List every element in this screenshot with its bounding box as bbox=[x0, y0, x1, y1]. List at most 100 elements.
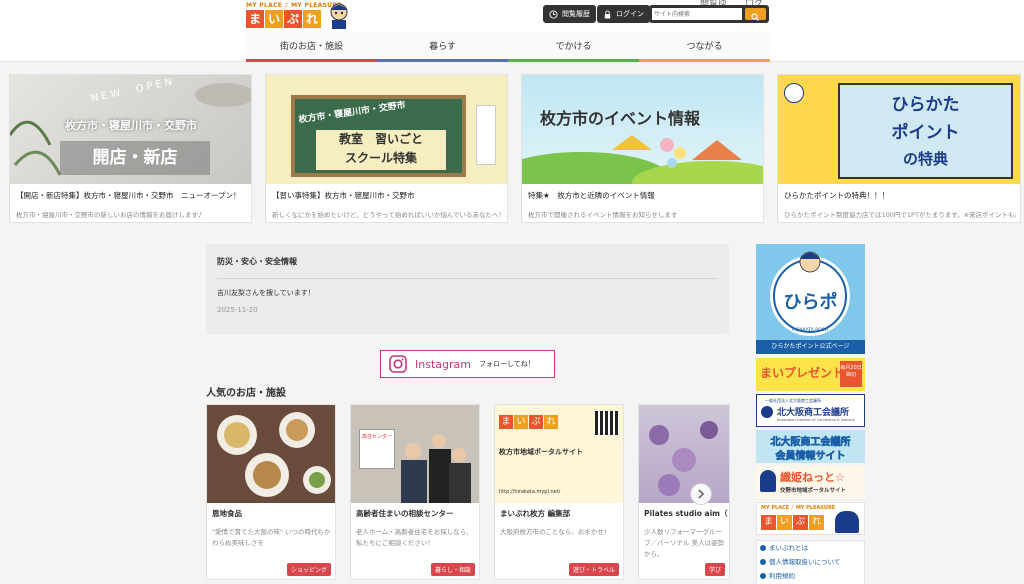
points-board: ひらかた ポイント の特典 bbox=[838, 83, 1013, 179]
logo-char: れ bbox=[809, 515, 824, 530]
popular-card[interactable]: ま い ぷ れ 枚方市地域ポータルサイト http://hirakata.myp… bbox=[494, 404, 624, 580]
logo-char: い bbox=[514, 415, 528, 429]
feature-title: ひらかたポイントの特典！！！ bbox=[784, 191, 889, 200]
hirapo-sub: HIRAKATA POINT bbox=[792, 328, 829, 333]
qr-code-icon bbox=[595, 411, 619, 435]
clock-icon bbox=[549, 9, 558, 19]
feature-desc: ひらかたポイント制度協力店では100円で1PTがたまります。※来店ポイントもあり… bbox=[784, 211, 1016, 219]
login-label: ログイン bbox=[616, 10, 644, 18]
feature-card-events[interactable]: 枚方市のイベント情報 特集★ 枚方市と近隣のイベント情報 枚方市で開催されるイベ… bbox=[521, 74, 764, 223]
divider bbox=[217, 278, 718, 279]
feature-desc: 枚方市・寝屋川市・交野市の新しいお店の情報をお届けします♪ bbox=[16, 211, 203, 219]
popular-section-title: 人気のお店・施設 bbox=[206, 388, 286, 399]
hirapo-label: ひらかたポイント公式ページ bbox=[756, 340, 865, 354]
event-illustration bbox=[522, 135, 763, 184]
nav-living[interactable]: 暮らす bbox=[377, 32, 508, 62]
feature-card-lessons[interactable]: 枚方市・寝屋川市・交野市 教室 習いごと スクール特集 【習い事特集】枚方市・寝… bbox=[265, 74, 508, 223]
safety-message[interactable]: 吉川友梨さんを捜しています！ bbox=[217, 288, 315, 298]
maipresent-banner[interactable]: まいプレゼント 毎月20日締切 bbox=[756, 358, 865, 391]
site-logo[interactable]: MY PLACE ♪ MY PLEASURE ま い ぷ れ bbox=[246, 2, 356, 32]
category-badge[interactable]: 学び bbox=[704, 563, 725, 576]
image-url: http://hirakata.mypl.net/ bbox=[499, 489, 561, 495]
member-line1: 北大阪商工会議所 bbox=[770, 437, 851, 449]
popular-desc: "愛情で育てた大阪の味" いつの時代もかわらぬ美味しさを bbox=[212, 528, 331, 547]
site-header: MY PLACE ♪ MY PLEASURE ま い ぷ れ 閲覧ゆ ログ 閲覧… bbox=[0, 0, 1024, 62]
nav-shops[interactable]: 街のお店・施設 bbox=[246, 32, 377, 62]
maipure-banner[interactable]: MY PLACE ♪ MY PLEASURE ま い ぷ れ bbox=[756, 502, 865, 535]
popular-name: まいぷれ枚方 編集部 bbox=[500, 509, 571, 518]
feature-image: 枚方市・寝屋川市・交野市 教室 習いごと スクール特集 bbox=[266, 75, 507, 184]
page: MY PLACE ♪ MY PLEASURE ま い ぷ れ 閲覧ゆ ログ 閲覧… bbox=[0, 0, 1024, 584]
search-button[interactable] bbox=[745, 8, 766, 21]
nav-label: つながる bbox=[686, 42, 723, 52]
chevron-right-icon bbox=[698, 489, 705, 499]
main-nav: 街のお店・施設 暮らす でかける つながる bbox=[246, 32, 770, 62]
search-input[interactable] bbox=[652, 8, 742, 20]
logo-char: ま bbox=[499, 415, 513, 429]
instagram-icon bbox=[389, 355, 407, 373]
logo-char: ま bbox=[246, 10, 264, 28]
deadline-badge: 毎月20日締切 bbox=[840, 361, 862, 387]
chamber-en: Kitaosaka Chamber of Commerce & Industry bbox=[777, 418, 856, 422]
link-privacy[interactable]: 個人情報取扱いについて bbox=[757, 555, 864, 569]
mascot-icon bbox=[330, 3, 348, 29]
feature-image-cities: 枚方市・寝屋川市・交野市 bbox=[65, 119, 197, 132]
points-line: の特典 bbox=[902, 150, 948, 168]
member-site-banner[interactable]: 北大阪商工会議所 会員情報サイト bbox=[756, 430, 865, 463]
feature-card-points[interactable]: ひらかた ポイント の特典 ひらかたポイントの特典！！！ ひらかたポイント制度協… bbox=[777, 74, 1021, 223]
heading-line: スクール特集 bbox=[344, 151, 417, 165]
popular-image: 高住センター bbox=[351, 405, 479, 503]
feature-desc: 新しくなにかを始めたいけど、どうやって始めればいいか悩んでいるあなたへ！枚方市・… bbox=[272, 211, 504, 219]
popular-name: 高齢者住まいの相談センター bbox=[356, 509, 454, 518]
hirapo-logo-text: ひらポ bbox=[783, 292, 838, 313]
chamber-logo-icon bbox=[761, 406, 773, 418]
popular-card[interactable]: 恩地食品 "愛情で育てた大阪の味" いつの時代もかわらぬ美味しさを ショッピング bbox=[206, 404, 336, 580]
flowers-illustration bbox=[649, 421, 718, 496]
points-line: ひらかた bbox=[891, 95, 960, 115]
link-about[interactable]: まいぷれとは bbox=[757, 541, 864, 555]
feature-card-new-open[interactable]: NEW OPEN 枚方市・寝屋川市・交野市 開店・新店 【開店・新店特集】枚方市… bbox=[9, 74, 252, 223]
nav-outing[interactable]: でかける bbox=[508, 32, 639, 62]
food-illustration bbox=[217, 412, 331, 497]
hirapo-banner[interactable]: ひらポ HIRAKATA POINT ひらかたポイント公式ページ bbox=[756, 244, 865, 354]
safety-date: 2025-11-20 bbox=[217, 306, 258, 314]
chamber-banner[interactable]: 一般社団法人北大阪商工会議所 北大阪商工会議所 Kitaosaka Chambe… bbox=[756, 394, 865, 427]
instagram-follow-text: フォローしてね！ bbox=[478, 360, 535, 368]
popular-name: Pilates studio aim（ピラティススタジオ エイム） bbox=[644, 509, 728, 518]
login-button[interactable]: ログイン bbox=[597, 5, 650, 23]
popular-image bbox=[639, 405, 729, 503]
katano-title: 織姫ねっと☆ bbox=[780, 471, 845, 484]
safety-info-panel: 防災・安心・安全情報 吉川友梨さんを捜しています！ 2025-11-20 bbox=[206, 244, 729, 334]
maipure-tag: MY PLACE ♪ MY PLEASURE bbox=[761, 505, 836, 511]
carousel-next-button[interactable] bbox=[690, 483, 712, 505]
feature-image-heading: 開店・新店 bbox=[60, 141, 210, 175]
mascot-icon bbox=[760, 470, 776, 492]
history-label: 閲覧履歴 bbox=[562, 10, 590, 18]
logo-char: い bbox=[265, 10, 283, 28]
category-badge[interactable]: 遊び・トラベル bbox=[568, 563, 619, 576]
logo-char: い bbox=[777, 515, 792, 530]
category-badge[interactable]: 暮らし・相談 bbox=[430, 563, 475, 576]
katano-banner[interactable]: 織姫ねっと☆ 交野市地域ポータルサイト bbox=[756, 466, 865, 499]
maipure-logo: ま い ぷ れ bbox=[761, 515, 824, 530]
link-terms[interactable]: 利用規約 bbox=[757, 569, 864, 583]
popular-image bbox=[207, 405, 335, 503]
popular-card[interactable]: Pilates studio aim（ピラティススタジオ エイム） 少人数リフォ… bbox=[638, 404, 730, 580]
people-illustration bbox=[401, 434, 471, 503]
member-line2: 会員情報サイト bbox=[775, 451, 846, 463]
feature-desc: 枚方市で開催されるイベント情報をお知らせします bbox=[528, 211, 678, 219]
chamber-name: 北大阪商工会議所 bbox=[777, 408, 850, 418]
instagram-follow-button[interactable]: Instagram フォローしてね！ bbox=[380, 350, 555, 378]
popular-card[interactable]: 高住センター 高齢者住まいの相談センター 老人ホーム・高齢者住宅をお探しなら、私… bbox=[350, 404, 480, 580]
category-badge[interactable]: ショッピング bbox=[286, 563, 331, 576]
calendar-illustration bbox=[476, 105, 496, 165]
history-button[interactable]: 閲覧履歴 bbox=[543, 5, 596, 23]
nav-connect[interactable]: つながる bbox=[639, 32, 770, 62]
popular-image: ま い ぷ れ 枚方市地域ポータルサイト http://hirakata.myp… bbox=[495, 405, 623, 503]
lock-icon bbox=[604, 9, 611, 19]
logo-char: れ bbox=[303, 10, 321, 28]
nav-label: 街のお店・施設 bbox=[279, 42, 343, 52]
logo-char: ぷ bbox=[284, 10, 302, 28]
logo-char: ぷ bbox=[529, 415, 543, 429]
search-box bbox=[649, 5, 769, 23]
